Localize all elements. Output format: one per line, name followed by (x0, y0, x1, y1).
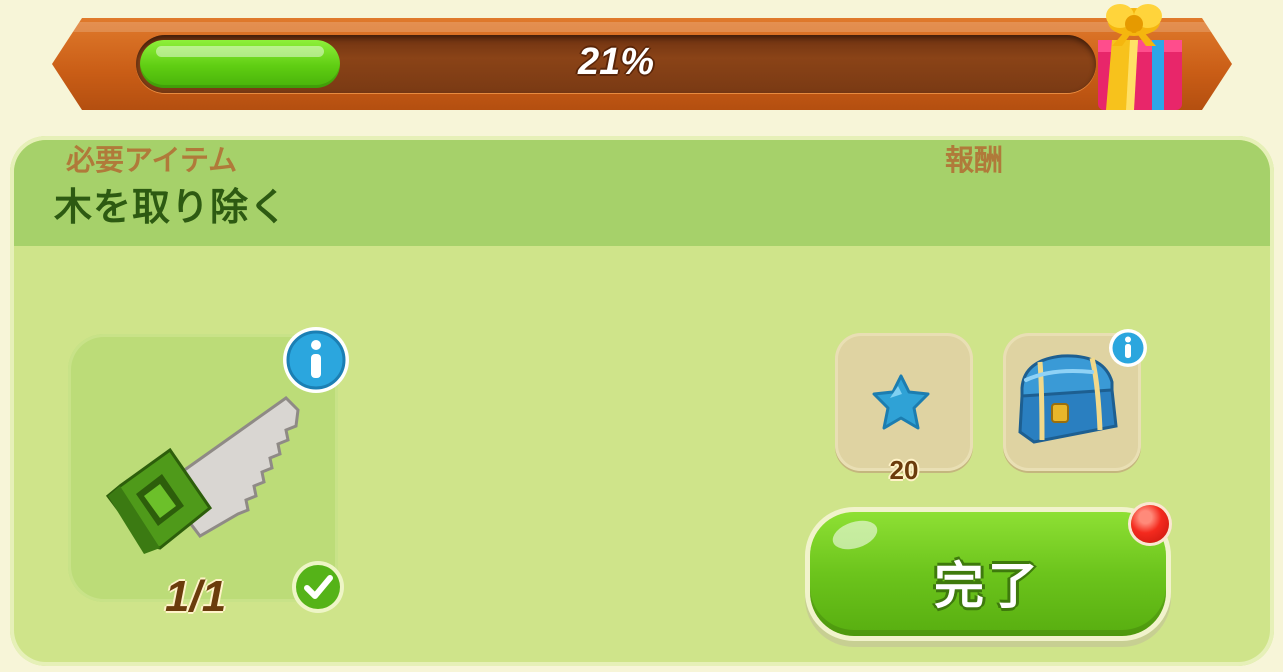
info-icon[interactable] (1108, 328, 1148, 368)
reward-amount: 20 (889, 455, 919, 485)
required-items-label: 必要アイテム (66, 143, 238, 177)
info-icon[interactable] (281, 325, 351, 395)
saw-icon (105, 396, 300, 554)
notification-dot (1131, 505, 1169, 543)
check-icon (292, 561, 344, 613)
required-item-count: 1/1 (165, 572, 227, 621)
rewards-label: 報酬 (945, 143, 1004, 177)
progress-bar: 21% (136, 35, 1096, 93)
task-title: 木を取り除く (54, 185, 289, 229)
gift-icon[interactable] (1082, 0, 1192, 112)
complete-button-label: 完了 (934, 557, 1042, 615)
complete-button[interactable]: 完了 (810, 512, 1166, 636)
progress-percent: 21% (577, 41, 655, 83)
blue-star-icon (872, 374, 930, 430)
treasure-chest-icon[interactable] (1012, 348, 1122, 448)
